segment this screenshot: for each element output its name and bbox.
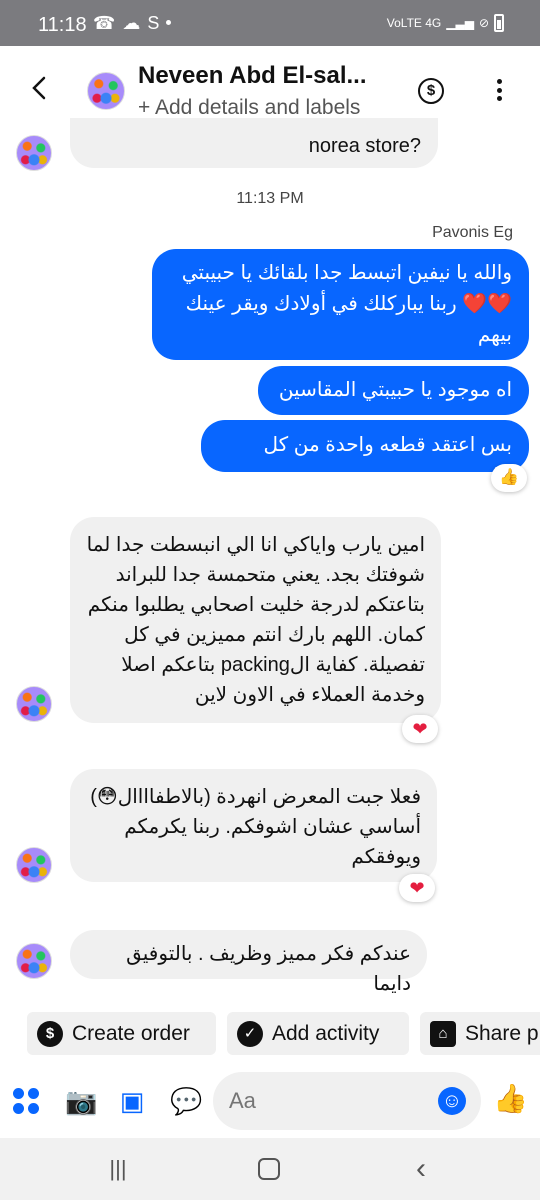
like-icon[interactable]: 👍 bbox=[493, 1084, 528, 1116]
heart-reaction[interactable]: ❤ bbox=[399, 874, 435, 902]
status-notification-icons: ☎ ☁ S bbox=[93, 13, 172, 34]
contact-name[interactable]: Neveen Abd El-sal... bbox=[138, 62, 367, 90]
contact-avatar-message bbox=[16, 847, 52, 883]
add-activity-label: Add activity bbox=[272, 1021, 380, 1045]
create-order-button[interactable]: $ Create order bbox=[27, 1012, 216, 1055]
cloud-icon: ☁ bbox=[122, 13, 141, 33]
add-details-link[interactable]: + Add details and labels bbox=[138, 96, 360, 120]
create-order-label: Create order bbox=[72, 1021, 190, 1045]
network-label: VoLTE 4G bbox=[386, 16, 442, 30]
camera-icon[interactable]: 📷 bbox=[65, 1086, 97, 1116]
outgoing-message[interactable]: اه موجود يا حبيبتي المقاسين bbox=[258, 366, 529, 415]
incoming-message[interactable]: امين يارب واياكي انا الي انبسطت جدا لما … bbox=[70, 517, 441, 723]
sender-name: Pavonis Eg bbox=[432, 224, 513, 241]
outgoing-message[interactable]: بس اعتقد قطعه واحدة من كل حاجه bbox=[201, 420, 529, 487]
checkmark-icon: ✓ bbox=[237, 1020, 263, 1047]
signal-icon: ▁▃▅ bbox=[446, 16, 474, 30]
android-navigation-bar: ||| ‹ bbox=[0, 1138, 540, 1200]
contact-avatar-message bbox=[16, 135, 52, 171]
composer: 📷 ▣ 💬 ☺ 👍 bbox=[0, 1066, 540, 1138]
add-activity-button[interactable]: ✓ Add activity bbox=[227, 1012, 409, 1055]
contact-avatar-message bbox=[16, 686, 52, 722]
back-icon[interactable] bbox=[31, 76, 47, 100]
image-icon[interactable]: ▣ bbox=[117, 1086, 147, 1116]
store-icon: ⌂ bbox=[430, 1020, 456, 1047]
quick-actions: $ Create order ✓ Add activity ⌂ Share p bbox=[0, 1008, 540, 1058]
message-input-container[interactable]: ☺ bbox=[213, 1072, 481, 1130]
status-time: 11:18 bbox=[38, 14, 87, 36]
thumbs-up-reaction[interactable]: 👍 bbox=[491, 464, 527, 492]
incoming-message[interactable]: عندكم فكر مميز وظريف . بالتوفيق دايما bbox=[70, 930, 427, 995]
incoming-message[interactable]: ?norea store bbox=[70, 118, 438, 168]
back-nav-icon[interactable]: ‹ bbox=[408, 1154, 434, 1184]
contact-avatar-message bbox=[16, 943, 52, 979]
emoji-icon[interactable]: ☺ bbox=[438, 1087, 466, 1115]
outgoing-message[interactable]: والله يا نيفين اتبسط جدا بلقائك يا حبيبت… bbox=[152, 249, 529, 360]
message-input[interactable] bbox=[229, 1072, 429, 1130]
message-timestamp: 11:13 PM bbox=[236, 190, 304, 207]
notification-dot-icon bbox=[166, 20, 172, 25]
status-bar: 11:18 ☎ ☁ S VoLTE 4G ▁▃▅ ⊘ bbox=[0, 0, 540, 46]
dollar-icon[interactable]: $ bbox=[418, 78, 444, 104]
message-thread: ?norea store 11:13 PM Pavonis Eg والله ي… bbox=[0, 118, 540, 1008]
battery-icon bbox=[494, 14, 504, 32]
chat-bubble-icon[interactable]: 💬 bbox=[170, 1086, 202, 1116]
s-icon: S bbox=[147, 13, 160, 33]
dollar-icon: $ bbox=[37, 1020, 63, 1047]
whatsapp-icon: ☎ bbox=[93, 13, 116, 33]
do-not-disturb-icon: ⊘ bbox=[478, 16, 489, 30]
recent-apps-icon[interactable]: ||| bbox=[105, 1156, 131, 1182]
more-options-icon[interactable] bbox=[497, 79, 502, 101]
apps-icon[interactable] bbox=[13, 1088, 39, 1114]
heart-reaction[interactable]: ❤ bbox=[402, 715, 438, 743]
share-button[interactable]: ⌂ Share p bbox=[420, 1012, 540, 1055]
home-icon[interactable] bbox=[258, 1158, 280, 1180]
share-label: Share p bbox=[465, 1021, 539, 1045]
incoming-message[interactable]: فعلا جبت المعرض انهردة (بالاطفاااال😳) أس… bbox=[70, 769, 437, 882]
contact-avatar[interactable] bbox=[87, 72, 125, 110]
status-system-icons: VoLTE 4G ▁▃▅ ⊘ bbox=[387, 14, 504, 32]
